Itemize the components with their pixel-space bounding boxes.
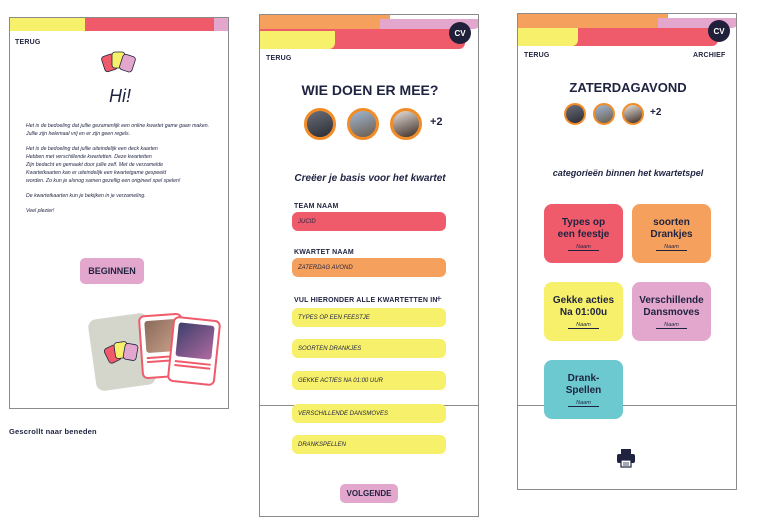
photo-card-illustration	[166, 315, 222, 387]
start-button[interactable]: BEGINNEN	[80, 258, 144, 284]
participant-avatar[interactable]	[347, 108, 379, 140]
category-name-field[interactable]: Naam	[656, 244, 687, 251]
page-title: ZATERDAGAVOND	[569, 80, 687, 95]
kwartet-name-label: KWARTET NAAM	[294, 249, 354, 256]
category-name-field[interactable]: Naam	[568, 322, 599, 329]
printer-icon[interactable]	[615, 447, 637, 469]
back-link[interactable]: TERUG	[266, 55, 292, 62]
category-title: soorten Drankjes	[650, 216, 693, 240]
page-title: WIE DOEN ER MEE?	[301, 82, 439, 98]
team-name-label: TEAM NAAM	[294, 203, 339, 210]
kwartet-name-input[interactable]: ZATERDAG AVOND	[292, 258, 446, 277]
more-participants[interactable]: +2	[430, 116, 443, 128]
category-name-field[interactable]: Naam	[656, 322, 687, 329]
intro-paragraph-2-line: worden. Zo kun je alsnog samen gezellig …	[26, 178, 181, 184]
subtitle: Creëer je basis voor het kwartet	[294, 173, 446, 184]
participant-avatar[interactable]	[390, 108, 422, 140]
category-title: Verschillende Dansmoves	[639, 294, 704, 318]
intro-screen: TERUG Hi! Het is de bedoeling dat jullie…	[9, 17, 229, 409]
categories-screen: CV TERUG ARCHIEF ZATERDAGAVOND +2 catego…	[517, 13, 737, 490]
header-bar-orange	[260, 15, 390, 29]
profile-avatar[interactable]: CV	[708, 20, 730, 42]
intro-paragraph-1: Het is de bedoeling dat jullie gezamenli…	[26, 123, 210, 137]
header-bar-orange	[518, 14, 668, 28]
participant-avatar[interactable]	[304, 108, 336, 140]
kwartet-item-input[interactable]: SOORTEN DRANKJES	[292, 339, 446, 358]
kwartet-item-input[interactable]: VERSCHILLENDE DANSMOVES	[292, 404, 446, 423]
fill-in-label: VUL HIERONDER ALLE KWARTETTEN IN	[294, 297, 438, 304]
category-tile[interactable]: Drank-Spellen Naam	[544, 360, 623, 419]
next-button[interactable]: VOLGENDE	[340, 484, 398, 503]
kwartet-item-input[interactable]: TYPES OP EEN FEESTJE	[292, 308, 446, 327]
category-title: Gekke acties Na 01:00u	[552, 294, 615, 318]
category-title: Drank-Spellen	[565, 372, 602, 396]
participant-avatar[interactable]	[622, 103, 644, 125]
category-name-field[interactable]: Naam	[568, 244, 599, 251]
category-name-field[interactable]: Naam	[568, 400, 599, 407]
greeting-heading: Hi!	[109, 86, 131, 106]
intro-paragraph-4: Veel plezier!	[26, 208, 55, 214]
archive-link[interactable]: ARCHIEF	[693, 52, 726, 59]
cards-logo-icon	[103, 341, 139, 364]
subtitle: categorieën binnen het kwartetspel	[552, 168, 704, 178]
header-bar-pink	[85, 18, 228, 31]
category-tile[interactable]: Types op een feestje Naam	[544, 204, 623, 263]
add-icon[interactable]: +	[436, 294, 442, 305]
category-title: Types op een feestje	[557, 216, 610, 240]
header-bar-yellow	[260, 31, 335, 49]
participant-avatar[interactable]	[593, 103, 615, 125]
intro-paragraph-2-line: Het is de bedoeling dat jullie uiteindel…	[26, 146, 158, 152]
header-bar-yellow	[518, 28, 578, 46]
intro-paragraph-2-line: Zijn bedacht en gemaakt door jullie zelf…	[26, 162, 163, 168]
kwartet-item-input[interactable]: DRANKSPELLEN	[292, 435, 446, 454]
participant-avatar[interactable]	[564, 103, 586, 125]
kwartet-item-input[interactable]: GEKKE ACTIES NA 01:00 UUR	[292, 371, 446, 390]
team-name-input[interactable]: JUCID	[292, 212, 446, 231]
profile-avatar[interactable]: CV	[449, 22, 471, 44]
intro-paragraph-3: De kwartetkaarten kun je bekijken in je …	[26, 193, 146, 199]
back-link[interactable]: TERUG	[524, 52, 550, 59]
category-tile[interactable]: Gekke acties Na 01:00u Naam	[544, 282, 623, 341]
intro-paragraph-2-line: Hebben met verschillende kwartetten. Dez…	[26, 154, 152, 160]
create-screen: CV TERUG WIE DOEN ER MEE? +2 Creëer je b…	[259, 14, 479, 517]
intro-text: Het is de bedoeling dat jullie gezamenli…	[26, 122, 216, 215]
more-participants[interactable]: +2	[650, 107, 661, 118]
back-link[interactable]: TERUG	[15, 39, 41, 46]
intro-paragraph-2-line: Kwartetkaarten kan er uiteindelijk een k…	[26, 170, 167, 176]
category-tile[interactable]: soorten Drankjes Naam	[632, 204, 711, 263]
cards-logo-icon	[101, 51, 136, 73]
category-tile[interactable]: Verschillende Dansmoves Naam	[632, 282, 711, 341]
header-bar-yellow	[10, 18, 85, 31]
header-bar-lilac	[214, 18, 228, 31]
scrolled-caption: Gescrollt naar beneden	[9, 427, 97, 436]
